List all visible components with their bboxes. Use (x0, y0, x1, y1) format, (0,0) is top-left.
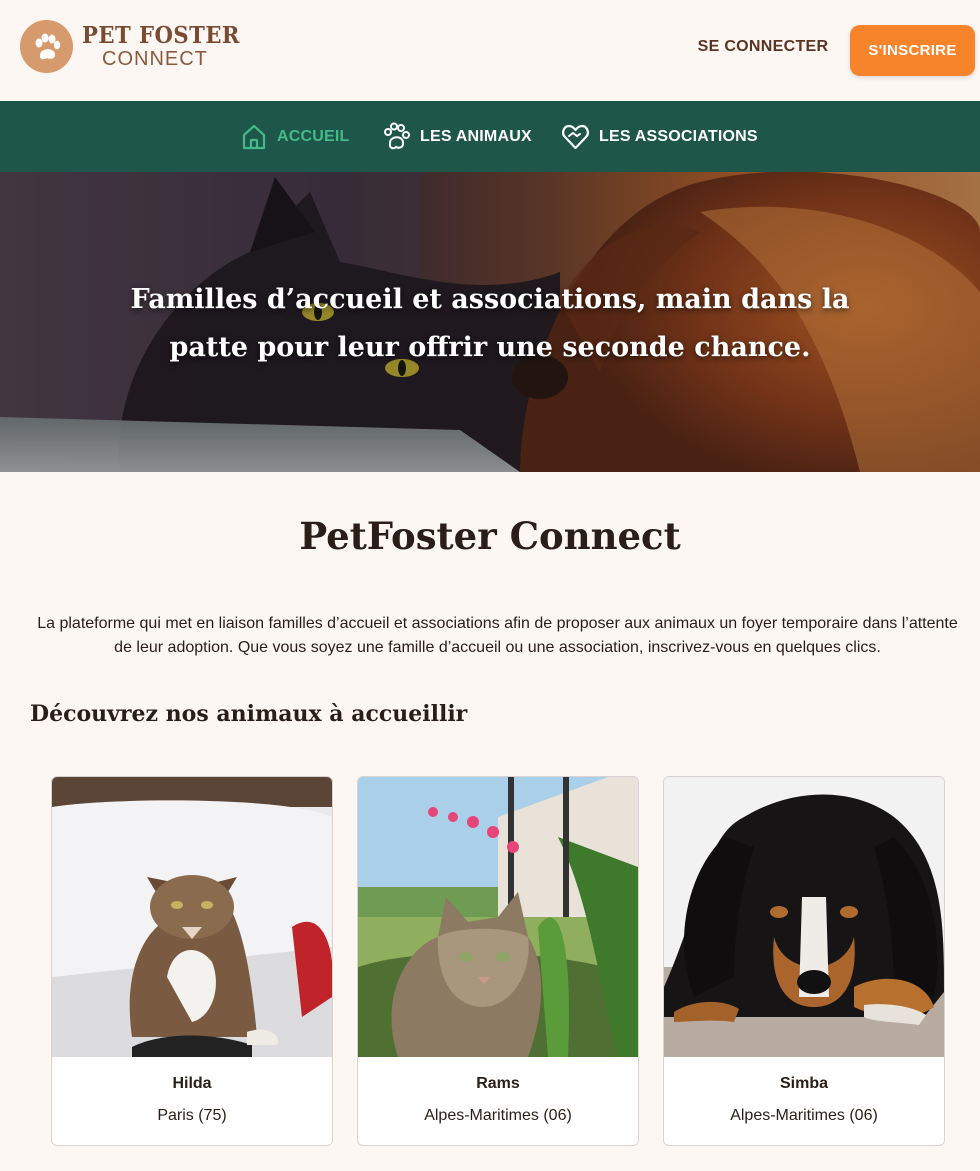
animal-location: Alpes-Maritimes (06) (424, 1107, 572, 1124)
hero-banner: Familles d’accueil et associations, main… (0, 172, 980, 472)
animal-name: Simba (779, 1075, 828, 1092)
login-button[interactable]: SE CONNECTER (690, 38, 836, 62)
signup-button[interactable]: S'INSCRIRE (850, 25, 975, 76)
nav-item-animals[interactable]: LES ANIMAUX (382, 101, 532, 172)
animal-location: Alpes-Maritimes (06) (730, 1107, 878, 1124)
nav-item-label: LES ASSOCIATIONS (599, 127, 758, 145)
heart-handshake-icon (562, 124, 589, 149)
animal-card-hilda[interactable]: Hilda Paris (75) (51, 776, 333, 1146)
intro-paragraph: La plateforme qui met en liaison famille… (37, 615, 958, 656)
nav-item-associations[interactable]: LES ASSOCIATIONS (561, 101, 758, 172)
animal-card-rams[interactable]: Rams Alpes-Maritimes (06) (357, 776, 639, 1146)
main-nav: ACCUEIL LES ANIMAUX LES ASSOCIATIONS (0, 101, 980, 172)
nav-item-label: LES ANIMAUX (420, 127, 532, 145)
site-header: PET FOSTER CONNECT SE CONNECTER S'INSCRI… (0, 0, 980, 101)
animals-heading: Découvrez nos animaux à accueillir (30, 701, 468, 727)
nav-item-label: ACCUEIL (277, 127, 350, 145)
animal-photo (358, 777, 638, 1057)
animal-name: Hilda (172, 1075, 212, 1092)
page-title: PetFoster Connect (299, 514, 681, 558)
paw-logo-icon (20, 20, 73, 73)
home-icon (242, 124, 266, 149)
logo[interactable]: PET FOSTER CONNECT (20, 20, 254, 73)
animal-card-simba[interactable]: Simba Alpes-Maritimes (06) (663, 776, 945, 1146)
nav-item-home[interactable]: ACCUEIL (240, 101, 350, 172)
animal-name: Rams (476, 1075, 520, 1092)
logo-line2: CONNECT (102, 48, 208, 70)
animal-location: Paris (75) (157, 1107, 227, 1124)
animal-photo (52, 777, 332, 1057)
logo-text: PET FOSTER CONNECT (82, 24, 254, 69)
paw-icon (384, 122, 410, 150)
hero-tagline: Familles d’accueil et associations, main… (130, 284, 850, 363)
animal-photo (664, 777, 944, 1057)
logo-line1: PET FOSTER (82, 22, 240, 49)
